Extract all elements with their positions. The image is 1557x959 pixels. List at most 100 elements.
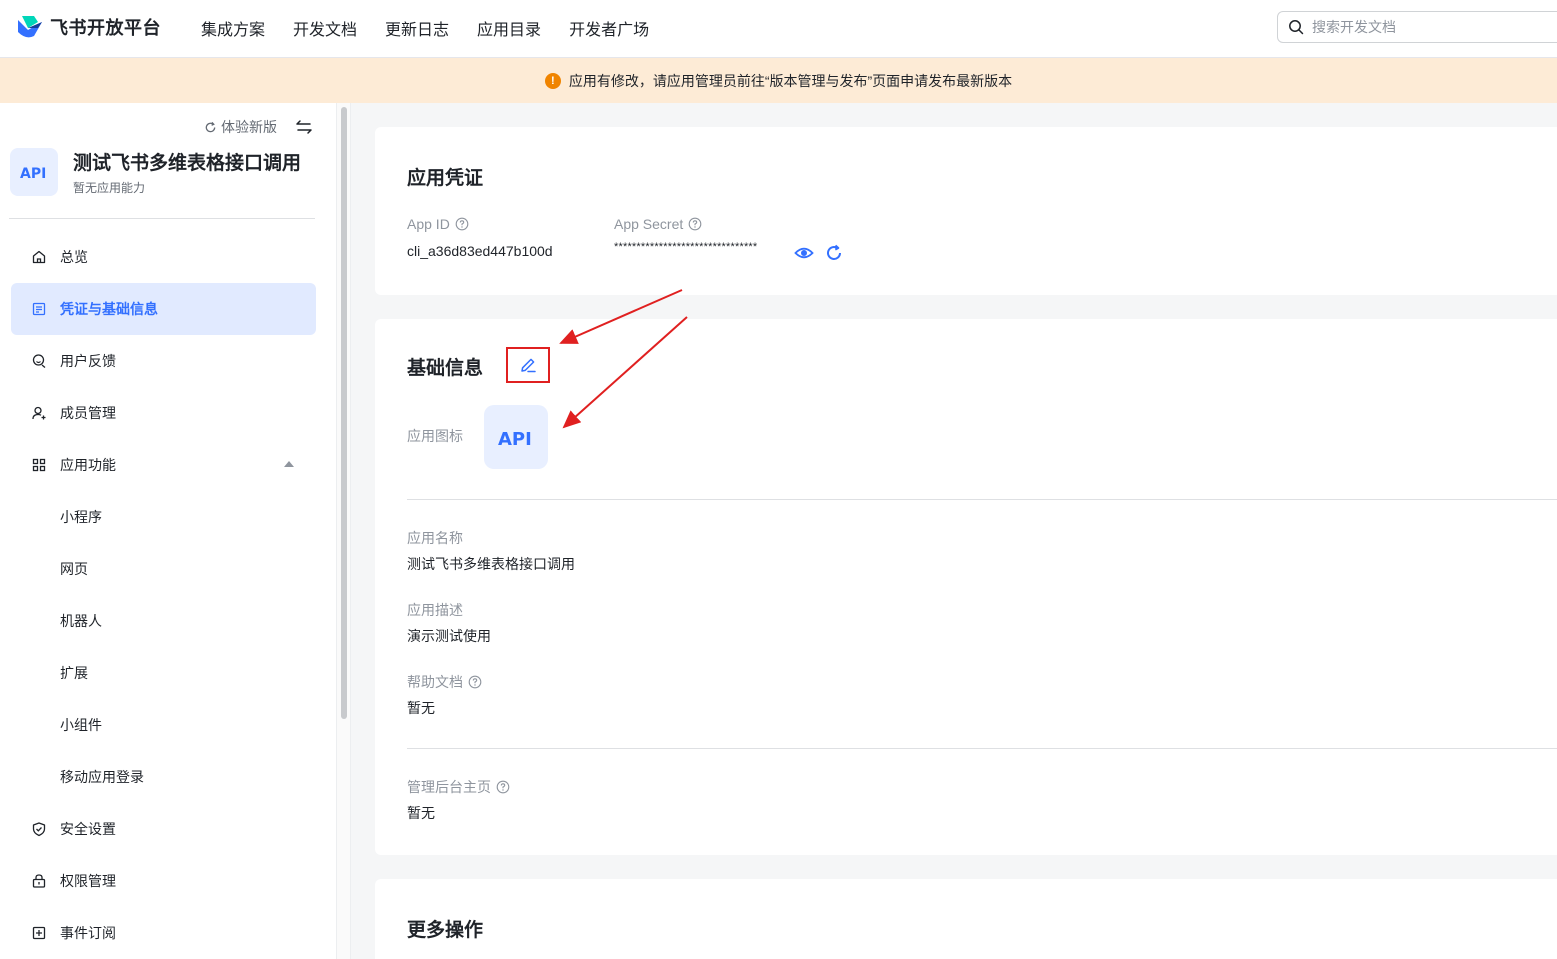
sidebar-scrollbar[interactable] (336, 103, 351, 959)
member-icon (32, 406, 46, 420)
app-avatar: API (10, 148, 58, 196)
app-id-label: App ID (407, 216, 469, 232)
nav-item-changelog[interactable]: 更新日志 (385, 16, 449, 40)
app-header: API 测试飞书多维表格接口调用 暂无应用能力 (10, 147, 314, 197)
nav-item-developer-plaza[interactable]: 开发者广场 (569, 16, 649, 40)
sidebar-item-web-page[interactable]: 网页 (11, 543, 316, 595)
sidebar-item-label: 小组件 (60, 717, 102, 733)
sidebar-item-label: 网页 (60, 561, 88, 577)
sidebar-item-widget[interactable]: 小组件 (11, 699, 316, 751)
top-navbar: 飞书开放平台 集成方案 开发文档 更新日志 应用目录 开发者广场 (0, 0, 1557, 58)
sidebar-item-label: 成员管理 (60, 405, 116, 421)
sidebar-item-members[interactable]: 成员管理 (11, 387, 316, 439)
sidebar-item-label: 总览 (60, 249, 88, 265)
section-divider (407, 499, 1557, 500)
search-icon (1289, 20, 1304, 35)
nav-item-solutions[interactable]: 集成方案 (201, 16, 265, 40)
grid-icon (32, 458, 46, 472)
warning-icon: ! (544, 72, 561, 89)
api-logo-icon: API (20, 166, 46, 181)
credentials-card: 应用凭证 App ID cli_a36d83ed447b100d App Sec… (375, 127, 1557, 295)
app-name-value: 测试飞书多维表格接口调用 (407, 556, 575, 572)
credentials-title: 应用凭证 (407, 168, 484, 189)
search-box[interactable] (1277, 11, 1557, 43)
brand-logo[interactable]: 飞书开放平台 (16, 14, 161, 40)
app-id-label-text: App ID (407, 216, 450, 232)
sidebar-item-credentials[interactable]: 凭证与基础信息 (11, 283, 316, 335)
svg-text:API: API (20, 166, 46, 181)
sidebar-item-label: 机器人 (60, 613, 102, 629)
help-circle-icon[interactable] (468, 675, 482, 689)
app-icon-tile[interactable]: API (484, 405, 548, 469)
sidebar-divider (9, 218, 315, 219)
section-divider (407, 748, 1557, 749)
brand-name: 飞书开放平台 (50, 18, 161, 38)
sidebar-item-label: 用户反馈 (60, 353, 116, 369)
notice-banner: ! 应用有修改，请应用管理员前往“版本管理与发布”页面申请发布最新版本 (0, 58, 1557, 103)
sidebar-item-label: 安全设置 (60, 821, 116, 837)
app-name: 测试飞书多维表格接口调用 (73, 153, 302, 174)
nav-item-docs[interactable]: 开发文档 (293, 16, 357, 40)
secret-actions (794, 243, 844, 263)
app-name-label: 应用名称 (407, 530, 463, 546)
sidebar-scroll-thumb[interactable] (341, 107, 347, 719)
sidebar-item-label: 小程序 (60, 509, 102, 525)
sidebar-item-mobile-login[interactable]: 移动应用登录 (11, 751, 316, 803)
lock-icon (32, 874, 46, 888)
refresh-icon (205, 121, 216, 132)
app-desc-label: 应用描述 (407, 602, 463, 618)
sidebar-item-extension[interactable]: 扩展 (11, 647, 316, 699)
admin-home-value: 暂无 (407, 805, 435, 821)
refresh-icon[interactable] (824, 243, 844, 263)
notice-text: 应用有修改，请应用管理员前往“版本管理与发布”页面申请发布最新版本 (568, 72, 1013, 89)
sidebar: 体验新版 API 测试飞书多维表格接口调用 暂无应用能力 总览 凭证与基础信息 … (0, 103, 336, 959)
search-input[interactable] (1312, 19, 1532, 35)
chevron-up-icon[interactable] (284, 461, 294, 467)
admin-home-label-text: 管理后台主页 (407, 779, 491, 795)
edit-basic-info-button[interactable] (506, 347, 550, 383)
sidebar-item-label: 凭证与基础信息 (60, 301, 158, 317)
help-doc-value: 暂无 (407, 700, 435, 716)
sidebar-item-label: 事件订阅 (60, 925, 116, 941)
sidebar-top-actions: 体验新版 (204, 117, 313, 137)
admin-home-label: 管理后台主页 (407, 777, 510, 797)
subscribe-icon (32, 926, 46, 940)
app-capability: 暂无应用能力 (73, 181, 146, 195)
app-secret-label: App Secret (614, 216, 702, 232)
feishu-logo-icon (18, 16, 42, 38)
sidebar-item-app-features[interactable]: 应用功能 (11, 439, 316, 491)
help-circle-icon[interactable] (496, 780, 510, 794)
more-actions-card: 更多操作 (375, 879, 1557, 959)
app-secret-label-text: App Secret (614, 216, 684, 232)
sidebar-item-permissions[interactable]: 权限管理 (11, 855, 316, 907)
sidebar-item-overview[interactable]: 总览 (11, 231, 316, 283)
basic-info-card: 基础信息 应用图标 API 应用名称 测试飞书多维表格接口调用 应用描述 演示测… (375, 319, 1557, 855)
shield-icon (32, 822, 46, 837)
switch-arrows-icon[interactable] (295, 118, 313, 136)
sidebar-item-label: 移动应用登录 (60, 769, 144, 785)
main-nav: 集成方案 开发文档 更新日志 应用目录 开发者广场 (201, 0, 677, 56)
app-meta: 测试飞书多维表格接口调用 暂无应用能力 (73, 148, 305, 196)
sidebar-item-feedback[interactable]: 用户反馈 (11, 335, 316, 387)
sidebar-menu: 总览 凭证与基础信息 用户反馈 成员管理 应用功能 小程序 网页 机器人 扩展 … (11, 231, 316, 959)
more-actions-title: 更多操作 (407, 920, 484, 941)
feedback-icon (32, 354, 46, 368)
help-circle-icon[interactable] (688, 217, 702, 231)
document-icon (32, 302, 46, 316)
sidebar-item-label: 应用功能 (60, 457, 116, 473)
sidebar-item-label: 权限管理 (60, 873, 116, 889)
pencil-icon (521, 358, 536, 373)
sidebar-item-event-subscription[interactable]: 事件订阅 (11, 907, 316, 959)
svg-text:API: API (498, 429, 532, 448)
nav-item-app-directory[interactable]: 应用目录 (477, 16, 541, 40)
sidebar-item-mini-program[interactable]: 小程序 (11, 491, 316, 543)
help-circle-icon[interactable] (455, 217, 469, 231)
sidebar-item-bot[interactable]: 机器人 (11, 595, 316, 647)
try-new-version-button[interactable]: 体验新版 (204, 117, 277, 137)
help-doc-label: 帮助文档 (407, 672, 482, 692)
sidebar-item-security[interactable]: 安全设置 (11, 803, 316, 855)
app-icon-label: 应用图标 (407, 428, 463, 444)
try-new-version-label: 体验新版 (221, 119, 277, 135)
basic-info-title: 基础信息 (407, 358, 484, 379)
eye-icon[interactable] (794, 243, 814, 263)
